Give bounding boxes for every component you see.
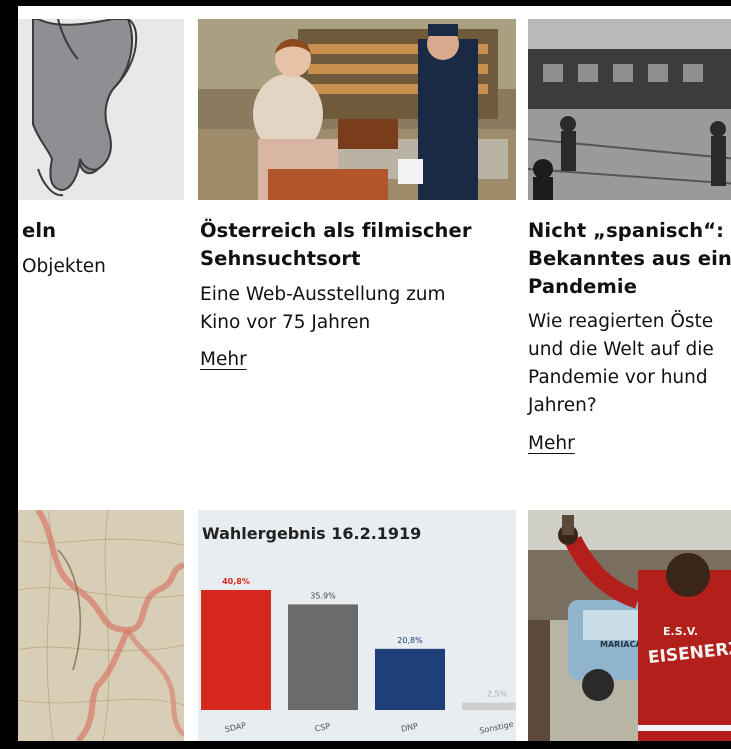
card-title-line: eln: [22, 219, 57, 242]
bar-sonstige: [462, 702, 516, 710]
screen-frame: eln Objekten Österreich als filmischer S…: [0, 0, 731, 749]
card-description: Wie reagierten Öste und die Welt auf die…: [528, 308, 714, 420]
bar-value-label: 35.9%: [310, 591, 336, 600]
bar-sdap: [201, 590, 271, 710]
card-title-line: Österreich als filmischer: [200, 219, 472, 242]
card-title[interactable]: Österreich als filmischer Sehnsuchtsort: [200, 217, 472, 273]
card-description-line: und die Welt auf die: [528, 339, 714, 360]
content-viewport: eln Objekten Österreich als filmischer S…: [18, 6, 731, 741]
card-title[interactable]: Nicht „spanisch“: Bekanntes aus ein Pand…: [528, 217, 731, 301]
card-description-line: Eine Web-Ausstellung zum: [200, 284, 446, 305]
more-link[interactable]: Mehr: [528, 431, 575, 457]
category-label: CSP: [314, 722, 331, 734]
card-description: Objekten: [22, 253, 106, 281]
bar-value-label: 20,8%: [397, 636, 423, 645]
bar-dnp: [375, 648, 445, 710]
card-description-line: Objekten: [22, 256, 106, 277]
card-title[interactable]: eln: [22, 217, 56, 245]
card-title-line: Pandemie: [528, 275, 638, 298]
jersey-text-top: E.S.V.: [663, 625, 698, 638]
card-pandemic[interactable]: Nicht „spanisch“: Bekanntes aus ein Pand…: [528, 6, 731, 466]
card-image-election-chart[interactable]: Wahlergebnis 16.2.1919 40,8% SDAP 35.9% CSP…: [198, 510, 516, 741]
category-label: Sonstige: [479, 720, 515, 736]
category-label: SDAP: [224, 721, 247, 734]
card-image-football-photo[interactable]: MARIACANA E.S.V. EISENERZ: [528, 510, 731, 741]
more-link[interactable]: Mehr: [200, 347, 247, 373]
bar-csp: [288, 604, 358, 710]
bar-value-label: 40,8%: [222, 577, 250, 586]
card-description-line: Wie reagierten Öste: [528, 311, 714, 332]
card-title-line: Sehnsuchtsort: [200, 247, 361, 270]
card-description-line: Pandemie vor hund: [528, 367, 708, 388]
card-image-film-still[interactable]: [198, 19, 516, 200]
card-image-elephant[interactable]: [18, 19, 184, 200]
card-image-train[interactable]: [528, 19, 731, 200]
card-description: Eine Web-Ausstellung zum Kino vor 75 Jah…: [200, 281, 446, 337]
card-title-line: Bekanntes aus ein: [528, 247, 731, 270]
card-description-line: Kino vor 75 Jahren: [200, 312, 371, 333]
category-label: DNP: [400, 721, 419, 733]
card-objects[interactable]: eln Objekten: [18, 6, 184, 306]
card-title-line: Nicht „spanisch“:: [528, 219, 725, 242]
bar-value-label: 2,5%: [487, 690, 508, 699]
election-bar-chart: 40,8% SDAP 35.9% CSP 20,8% DNP 2,5% Sonstige: [201, 577, 516, 736]
card-image-map[interactable]: [18, 510, 184, 741]
card-film[interactable]: Österreich als filmischer Sehnsuchtsort …: [198, 6, 516, 406]
card-description-line: Jahren?: [528, 395, 597, 416]
